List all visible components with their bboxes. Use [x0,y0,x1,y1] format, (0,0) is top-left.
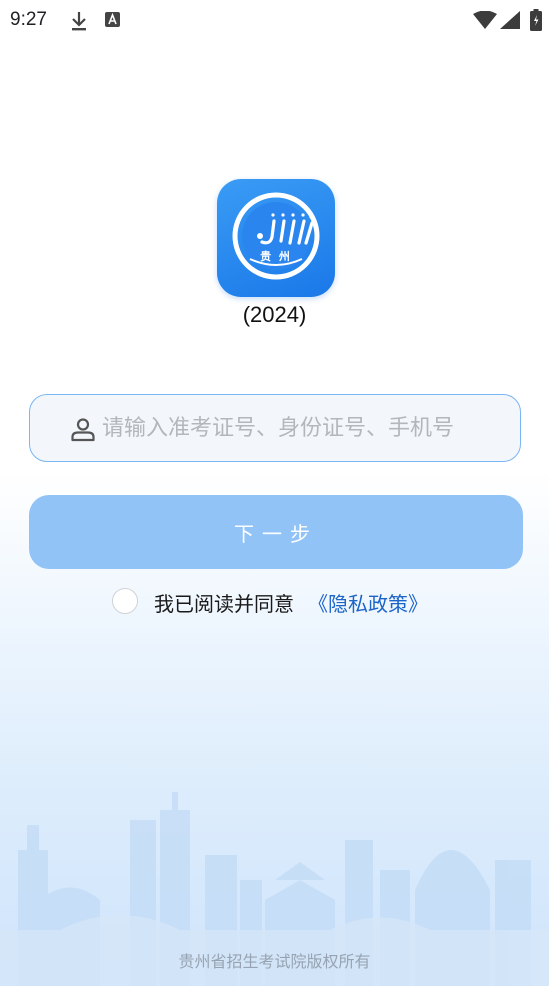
user-icon [71,418,95,442]
agree-text: 我已阅读并同意 [154,592,294,616]
logo-text: 贵 州 [260,250,292,263]
app-logo-icon [232,192,320,280]
privacy-policy-link[interactable]: 《隐私政策》 [308,588,428,617]
account-input[interactable] [102,395,502,461]
app-logo: 贵 州 [217,179,335,297]
a-badge-icon [105,12,120,27]
next-button[interactable]: 下一步 [29,495,523,569]
copyright-footer: 贵州省招生考试院版权所有 [178,952,371,971]
agree-checkbox[interactable] [112,588,138,614]
download-icon [72,12,86,31]
status-bar: 9:27 [0,0,549,44]
status-time: 9:27 [10,9,47,30]
signal-icon [500,11,520,29]
account-input-box[interactable] [29,394,521,462]
battery-icon [530,9,542,31]
app-version: (2024) [242,302,307,327]
wifi-icon [473,11,497,29]
